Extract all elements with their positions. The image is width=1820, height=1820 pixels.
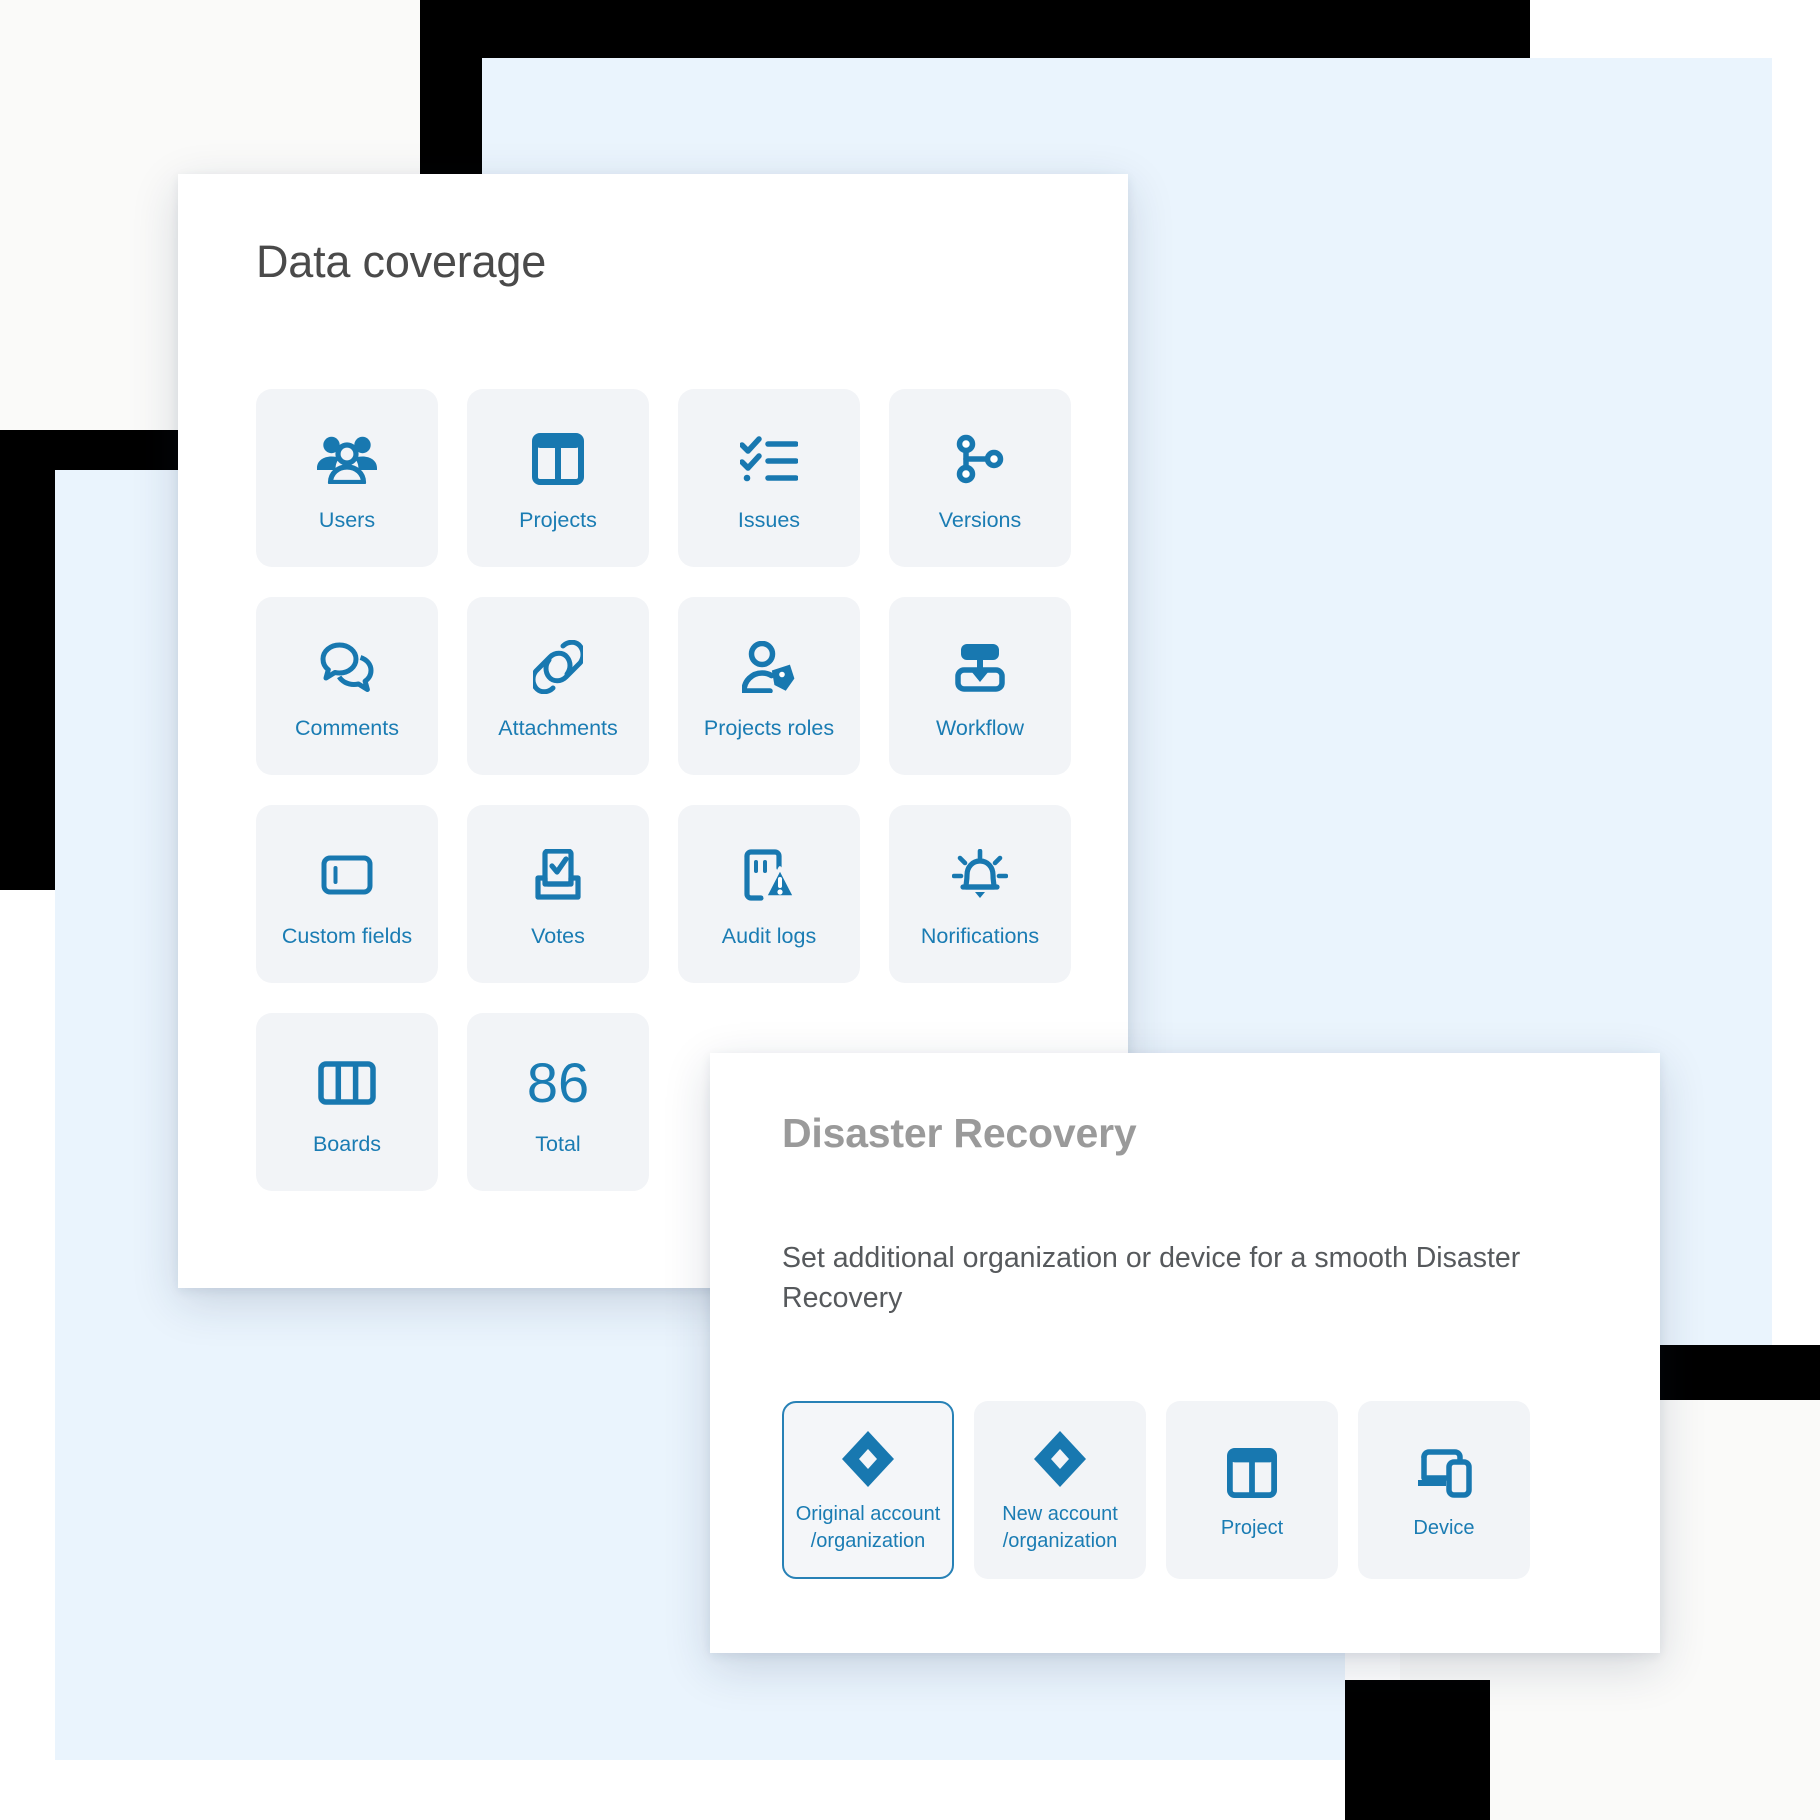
disaster-recovery-title: Disaster Recovery xyxy=(782,1110,1137,1156)
projects-icon xyxy=(1227,1439,1277,1507)
versions-icon xyxy=(955,422,1005,496)
tile-label: Votes xyxy=(531,923,585,948)
tile-audit-logs[interactable]: Audit logs xyxy=(678,805,860,983)
disaster-recovery-panel: Disaster Recovery Set additional organiz… xyxy=(710,1053,1660,1653)
tile-notifications[interactable]: Norifications xyxy=(889,805,1071,983)
workflow-icon xyxy=(953,630,1007,704)
tile-users[interactable]: Users xyxy=(256,389,438,567)
screenshot-canvas: Data coverage Users Projects Issues Vers… xyxy=(0,0,1820,1820)
projects-icon xyxy=(532,422,584,496)
tile-label: Audit logs xyxy=(721,923,817,948)
disaster-recovery-subtitle: Set additional organization or device fo… xyxy=(782,1242,1521,1315)
users-icon xyxy=(316,422,378,496)
comments-icon xyxy=(319,630,375,704)
tile-label: Attachments xyxy=(498,715,618,740)
tile-projects[interactable]: Projects xyxy=(467,389,649,567)
tile-custom-fields[interactable]: Custom fields xyxy=(256,805,438,983)
option-new-account[interactable]: New account/organization xyxy=(974,1401,1146,1579)
option-label: Original account/organization xyxy=(795,1503,941,1552)
custom-fields-icon xyxy=(321,838,373,912)
tile-label: Custom fields xyxy=(281,923,413,948)
option-label: New account/organization xyxy=(1002,1503,1118,1552)
votes-icon xyxy=(532,838,584,912)
page-title: Data coverage xyxy=(256,236,547,287)
tile-issues[interactable]: Issues xyxy=(678,389,860,567)
tile-label: Issues xyxy=(737,507,801,532)
jira-diamond-icon xyxy=(1030,1425,1090,1493)
option-project[interactable]: Project xyxy=(1166,1401,1338,1579)
project-roles-icon xyxy=(742,630,796,704)
attachments-icon xyxy=(533,630,583,704)
boards-icon xyxy=(318,1046,376,1120)
tile-boards[interactable]: Boards xyxy=(256,1013,438,1191)
backdrop-square-black-bottomright-2 xyxy=(1345,1680,1490,1820)
disaster-recovery-options: Original account/organization New accoun… xyxy=(782,1401,1530,1579)
tile-workflow[interactable]: Workflow xyxy=(889,597,1071,775)
tile-label: Projects xyxy=(519,507,597,532)
tile-label: Projects roles xyxy=(703,715,835,740)
tile-label: Versions xyxy=(938,507,1022,532)
option-label: Project xyxy=(1220,1516,1284,1539)
option-original-account[interactable]: Original account/organization xyxy=(782,1401,954,1579)
tile-versions[interactable]: Versions xyxy=(889,389,1071,567)
tile-projects-roles[interactable]: Projects roles xyxy=(678,597,860,775)
total-count: 86 xyxy=(526,1050,590,1114)
tile-label: Boards xyxy=(312,1131,382,1156)
option-label: Device xyxy=(1413,1516,1475,1539)
notifications-icon xyxy=(952,838,1008,912)
tile-votes[interactable]: Votes xyxy=(467,805,649,983)
tile-label: Workflow xyxy=(935,715,1024,740)
tile-total[interactable]: 86 Total xyxy=(467,1013,649,1191)
device-icon xyxy=(1416,1439,1472,1507)
tile-label: Users xyxy=(318,507,376,532)
option-device[interactable]: Device xyxy=(1358,1401,1530,1579)
tile-label: Norifications xyxy=(920,923,1040,948)
tile-label: Comments xyxy=(295,715,399,740)
tile-attachments[interactable]: Attachments xyxy=(467,597,649,775)
tile-label: Total xyxy=(535,1131,581,1156)
jira-diamond-icon xyxy=(838,1425,898,1493)
issues-icon xyxy=(740,422,798,496)
audit-logs-icon xyxy=(742,838,796,912)
tile-comments[interactable]: Comments xyxy=(256,597,438,775)
